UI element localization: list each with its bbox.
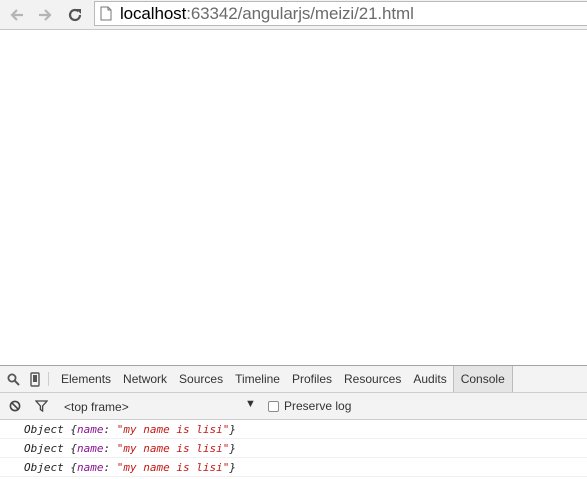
tab-sources[interactable]: Sources (173, 366, 229, 392)
object-value: "my name is lisi" (116, 422, 230, 436)
object-type: Object (24, 441, 64, 455)
forward-arrow-icon[interactable] (34, 4, 56, 26)
url-path: :63342/angularjs/meizi/21.html (186, 3, 414, 23)
devtools-tabbar: Elements Network Sources Timeline Profil… (0, 365, 587, 393)
page-viewport (0, 31, 587, 365)
clear-console-icon[interactable] (0, 400, 30, 412)
console-output: Object {name: "my name is lisi"} Object … (0, 420, 587, 477)
frame-selector[interactable]: <top frame> (64, 400, 129, 414)
object-value: "my name is lisi" (116, 441, 230, 455)
object-close-brace: } (229, 460, 236, 474)
object-close-brace: } (229, 441, 236, 455)
filter-icon[interactable] (30, 400, 52, 412)
console-filter-bar: <top frame> ▼ Preserve log (0, 393, 587, 420)
object-key: name (77, 422, 104, 436)
object-open-brace: { (70, 422, 77, 436)
tab-elements[interactable]: Elements (55, 366, 117, 392)
object-colon: : (103, 460, 111, 474)
tab-console[interactable]: Console (452, 366, 513, 392)
tab-audits[interactable]: Audits (407, 366, 452, 392)
preserve-log-label: Preserve log (284, 399, 352, 413)
object-open-brace: { (70, 460, 77, 474)
console-line[interactable]: Object {name: "my name is lisi"} (0, 458, 587, 477)
frame-dropdown-arrow-icon[interactable]: ▼ (245, 398, 256, 410)
object-close-brace: } (229, 422, 236, 436)
object-key: name (77, 441, 104, 455)
tab-resources[interactable]: Resources (338, 366, 407, 392)
url-host: localhost (120, 3, 187, 23)
console-line[interactable]: Object {name: "my name is lisi"} (0, 420, 587, 439)
toolbar-divider (48, 372, 49, 386)
preserve-log-toggle[interactable]: Preserve log (268, 399, 351, 413)
inspect-icon[interactable] (0, 366, 26, 392)
object-type: Object (24, 460, 64, 474)
object-open-brace: { (70, 441, 77, 455)
tab-timeline[interactable]: Timeline (229, 366, 286, 392)
url-text: localhost:63342/angularjs/meizi/21.html (120, 4, 414, 24)
page-icon (100, 6, 114, 22)
browser-toolbar: localhost:63342/angularjs/meizi/21.html (0, 0, 587, 30)
console-line[interactable]: Object {name: "my name is lisi"} (0, 439, 587, 458)
object-value: "my name is lisi" (116, 460, 230, 474)
tab-network[interactable]: Network (117, 366, 173, 392)
object-colon: : (103, 422, 111, 436)
reload-icon[interactable] (64, 4, 86, 26)
object-colon: : (103, 441, 111, 455)
device-mode-icon[interactable] (26, 366, 44, 392)
devtools-panel: Elements Network Sources Timeline Profil… (0, 365, 587, 479)
object-type: Object (24, 422, 64, 436)
address-bar[interactable]: localhost:63342/angularjs/meizi/21.html (94, 1, 587, 26)
preserve-log-checkbox[interactable] (268, 400, 279, 412)
tab-profiles[interactable]: Profiles (286, 366, 338, 392)
back-arrow-icon[interactable] (6, 4, 28, 26)
object-key: name (77, 460, 104, 474)
